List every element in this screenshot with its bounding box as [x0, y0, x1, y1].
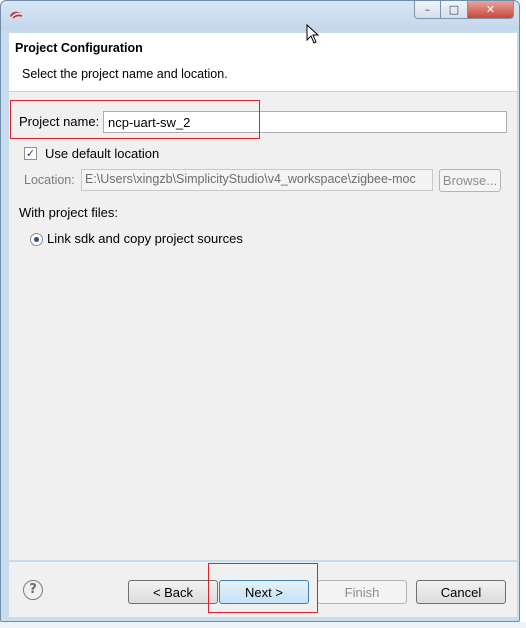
- project-files-label: With project files:: [19, 205, 118, 220]
- wizard-header: Project Configuration Select the project…: [9, 33, 517, 92]
- wizard-content: Project name: ✓ Use default location Loc…: [9, 92, 517, 560]
- use-default-location-checkbox[interactable]: ✓: [24, 147, 37, 160]
- close-icon: ✕: [485, 3, 496, 16]
- mouse-cursor-icon: [306, 24, 320, 44]
- location-input: E:\Users\xingzb\SimplicityStudio\v4_work…: [81, 169, 433, 191]
- window-controls: – □ ✕: [414, 1, 514, 21]
- maximize-button[interactable]: □: [441, 1, 468, 19]
- next-button-highlight-box: [208, 563, 318, 613]
- location-label: Location:: [24, 173, 75, 187]
- wizard-footer: ? < Back Next > Finish Cancel: [9, 561, 517, 617]
- minimize-button[interactable]: –: [414, 1, 441, 19]
- browse-button[interactable]: Browse...: [439, 169, 501, 192]
- link-sdk-radio-label[interactable]: Link sdk and copy project sources: [47, 231, 243, 246]
- title-bar[interactable]: – □ ✕: [1, 1, 519, 31]
- use-default-location-label[interactable]: Use default location: [45, 146, 159, 161]
- cancel-button[interactable]: Cancel: [416, 580, 506, 604]
- project-name-highlight-box: [10, 100, 260, 139]
- back-button[interactable]: < Back: [128, 580, 218, 604]
- minimize-icon: –: [424, 3, 431, 16]
- finish-button[interactable]: Finish: [317, 580, 407, 604]
- close-button[interactable]: ✕: [468, 1, 514, 19]
- simplicity-studio-logo-icon: [10, 11, 23, 19]
- background-strip: [0, 622, 526, 628]
- dialog-window: – □ ✕ Project Configuration Select the p…: [0, 0, 520, 622]
- radio-selected-dot: [34, 237, 39, 242]
- help-icon[interactable]: ?: [23, 580, 43, 600]
- page-description: Select the project name and location.: [22, 67, 228, 81]
- link-sdk-radio[interactable]: [30, 233, 43, 246]
- page-title: Project Configuration: [15, 41, 143, 55]
- maximize-icon: □: [448, 3, 460, 16]
